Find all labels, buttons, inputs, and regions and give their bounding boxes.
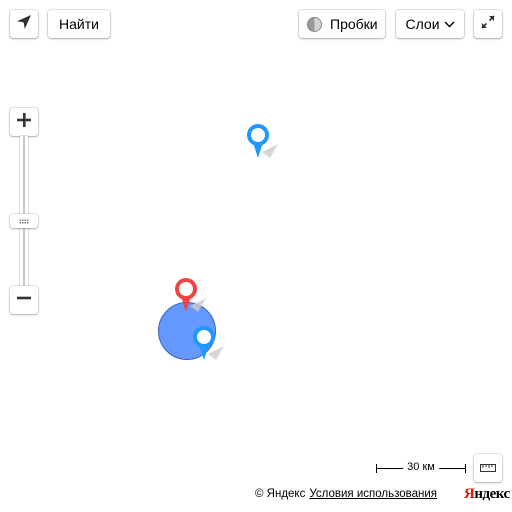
find-button[interactable]: Найти xyxy=(48,10,110,38)
scale-label: 30 км xyxy=(403,460,439,473)
expand-arrows-icon xyxy=(481,14,495,34)
map-placemark[interactable] xyxy=(190,324,226,371)
layers-button[interactable]: Слои xyxy=(396,10,464,38)
minus-icon xyxy=(17,291,31,310)
zoom-in-button[interactable] xyxy=(10,108,38,136)
traffic-light-icon xyxy=(307,16,322,32)
copyright: © Яндекс Условия использования xyxy=(255,488,437,500)
chevron-down-icon xyxy=(444,21,455,28)
yandex-logo[interactable]: Яндекс xyxy=(464,486,510,503)
geolocation-button[interactable] xyxy=(10,10,38,38)
map-placemark[interactable] xyxy=(244,122,280,169)
traffic-button[interactable]: Пробки xyxy=(299,10,385,38)
traffic-button-label: Пробки xyxy=(330,16,378,32)
map-canvas[interactable] xyxy=(0,0,512,512)
scale-line: 30 км xyxy=(376,460,466,475)
fullscreen-button[interactable] xyxy=(474,10,502,38)
plus-icon xyxy=(17,112,31,132)
layers-button-label: Слои xyxy=(405,16,440,32)
ruler-button[interactable] xyxy=(474,454,502,482)
find-button-label: Найти xyxy=(59,16,99,32)
zoom-slider-track[interactable] xyxy=(20,136,28,286)
terms-of-use-link[interactable]: Условия использования xyxy=(309,488,437,500)
map-placemark[interactable] xyxy=(172,276,208,323)
zoom-slider-handle[interactable] xyxy=(10,214,38,228)
zoom-out-button[interactable] xyxy=(10,286,38,314)
grip-icon xyxy=(19,218,29,224)
navigation-arrow-icon xyxy=(16,14,32,35)
copyright-text: © Яндекс xyxy=(255,488,306,500)
ruler-icon xyxy=(480,459,496,477)
